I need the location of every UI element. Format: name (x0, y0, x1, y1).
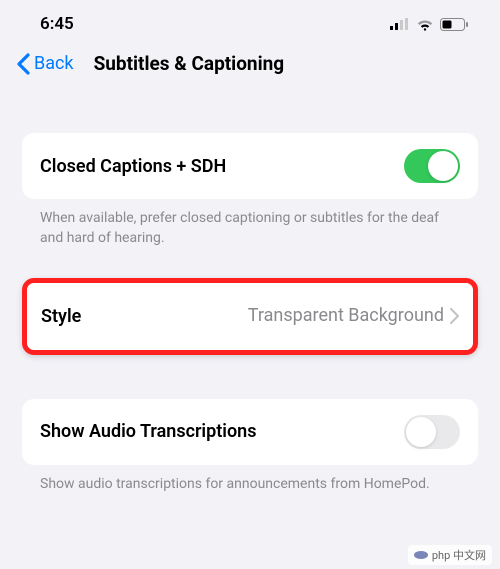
transcriptions-footer: Show audio transcriptions for announceme… (22, 465, 478, 495)
closed-captions-label: Closed Captions + SDH (40, 156, 226, 177)
transcriptions-toggle[interactable] (404, 415, 460, 449)
style-label: Style (41, 306, 81, 327)
nav-bar: Back Subtitles & Captioning (0, 42, 500, 93)
status-time: 6:45 (40, 14, 74, 34)
cellular-icon (390, 18, 410, 30)
style-value: Transparent Background (248, 305, 444, 328)
page-title: Subtitles & Captioning (94, 52, 285, 75)
watermark-text: php 中文网 (432, 547, 486, 563)
content: Closed Captions + SDH When available, pr… (0, 93, 500, 494)
style-highlight: Style Transparent Background (22, 278, 478, 355)
closed-captions-toggle[interactable] (404, 149, 460, 183)
chevron-left-icon (16, 53, 30, 75)
watermark: php 中文网 (408, 545, 492, 565)
transcriptions-cell: Show Audio Transcriptions (22, 399, 478, 465)
closed-captions-footer: When available, prefer closed captioning… (22, 199, 478, 248)
transcriptions-label: Show Audio Transcriptions (40, 421, 256, 442)
toggle-knob (428, 151, 458, 181)
style-cell[interactable]: Style Transparent Background (27, 283, 473, 350)
battery-icon (440, 18, 468, 31)
back-label: Back (34, 53, 74, 74)
php-logo-icon (414, 550, 428, 560)
closed-captions-cell: Closed Captions + SDH (22, 133, 478, 199)
toggle-knob (406, 417, 436, 447)
back-button[interactable]: Back (16, 53, 74, 75)
wifi-icon (416, 18, 434, 31)
status-bar: 6:45 (0, 0, 500, 42)
chevron-right-icon (450, 308, 459, 324)
status-icons (390, 18, 468, 31)
